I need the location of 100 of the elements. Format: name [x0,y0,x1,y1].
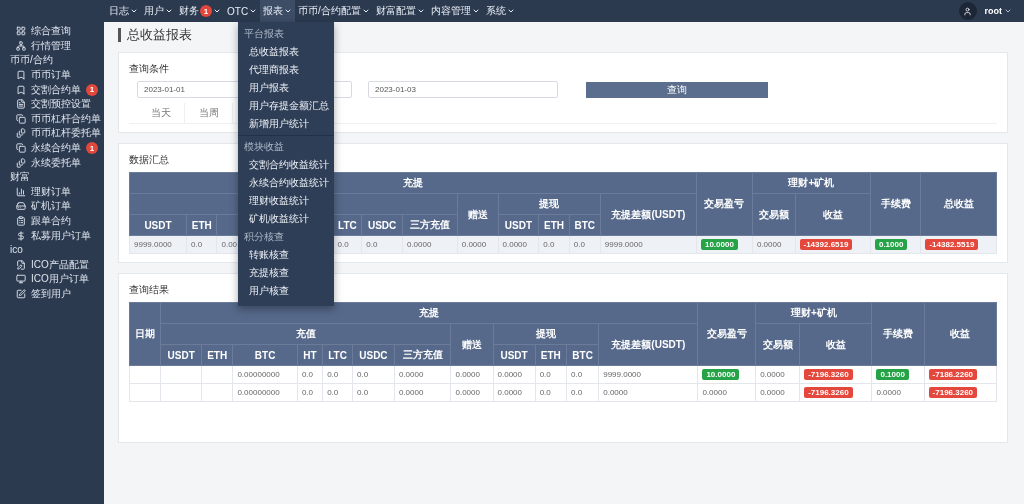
copy-icon [16,113,26,124]
sidebar-section-label: 币币/合约 [9,53,54,68]
sidebar-item[interactable]: 交割合约单 1 [0,82,104,97]
sidebar-item[interactable]: 签到用户 [0,286,104,302]
column-header: 总收益 [920,172,997,236]
drive-icon [16,201,26,212]
sidebar-item[interactable]: 综合查询 [0,24,104,39]
sidebar-item-label: 矿机订单 [31,199,71,214]
value-badge: 0.1000 [876,369,909,380]
value-badge: 10.0000 [700,239,738,250]
sidebar-item-label: 币币杠杆委托单 [31,126,101,141]
nav-menu-button[interactable]: OTC [224,0,261,22]
menu-item[interactable]: 矿机收益统计 [238,210,335,228]
sidebar-item[interactable]: ICO产品配置 [0,257,104,273]
sidebar-item[interactable]: 矿机订单 [0,199,104,214]
card-title: 查询结果 [129,283,169,297]
caret-icon [165,7,173,15]
date-field[interactable]: 2023-01-03 [368,81,558,98]
caret-icon [506,7,515,15]
menu-item[interactable]: 充提核查 [238,264,335,282]
caret-icon [471,7,480,15]
clipboard-icon [16,216,26,226]
column-header: 交易额 [755,323,800,366]
nav-menu-button[interactable]: 币币/合约配置 [295,0,373,22]
menu-item[interactable]: 永续合约收益统计 [238,174,335,192]
card-title: 查询条件 [129,62,169,76]
sidebar-item[interactable]: 私募用户订单 [0,228,104,243]
nav-menu-button[interactable]: 财富配置 [372,0,428,22]
menu-section-label: 模块收益 [243,140,286,154]
caret-icon [361,7,370,15]
sidebar-item-label: ICO产品配置 [31,257,89,272]
value-badge: -7196.3260 [804,387,853,398]
column-header: 充提 [160,302,698,324]
avatar[interactable] [958,2,977,20]
nav-menu-button[interactable]: 日志 [106,0,141,22]
value-badge: 10.0000 [702,369,740,380]
column-header: USDT [129,214,187,236]
sidebar-item-label: 永续委托单 [31,155,81,170]
document-icon [16,99,26,110]
column-header: 交易盈亏 [697,302,756,366]
chart-icon [16,186,26,197]
menu-item[interactable]: 新增用户统计 [238,115,335,133]
card-title: 数据汇总 [129,153,169,167]
caret-icon [249,7,258,15]
user-icon [963,6,972,16]
bookmark-icon [16,84,26,95]
nav-menu-button[interactable]: 内容管理 [427,0,483,22]
user-menu-button[interactable]: root [984,6,1012,16]
sidebar-section-label: 财富 [9,169,31,184]
sidebar-item[interactable]: 行情管理 [0,38,104,54]
column-header: 赠送 [457,193,498,236]
sidebar-section-label: ico [9,242,24,257]
column-header: 理财+矿机 [752,172,871,194]
column-header: 理财+矿机 [755,302,872,324]
monitor-icon [16,274,26,285]
caret-icon [130,7,138,15]
column-header: 收益 [799,323,872,366]
nav-menu-button[interactable]: 系统 [482,0,518,22]
column-header: 充值 [160,323,451,345]
nav-menu-button[interactable]: 用户 [141,0,176,22]
caret-icon [284,7,293,15]
column-header: 手续费 [871,302,925,366]
value-badge: 0.1000 [874,239,908,250]
menu-item[interactable]: 用户报表 [238,79,335,97]
sidebar-item-label: 交割合约单 [31,82,81,97]
menu-item[interactable]: 用户存提金额汇总 [238,97,335,115]
sidebar-item-label: ICO用户订单 [31,272,89,287]
menu-section-label: 平台报表 [243,27,286,41]
sidebar-item[interactable]: 永续委托单 [0,155,104,170]
sidebar-item-label: 私募用户订单 [31,228,91,243]
sidebar-item-label: 永续合约单 [31,141,81,156]
value-badge: -7196.3260 [804,369,853,380]
sidebar-item[interactable]: 币币杠杆委托单 [0,126,104,141]
nav-menu-button[interactable]: 报表 [260,0,296,22]
sidebar-item-label: 币币杠杆合约单 [31,111,101,126]
sidebar-item[interactable]: 币币订单 [0,67,104,83]
value-badge: -14392.6519 [799,239,853,250]
copy-icon [16,143,26,154]
caret-icon [416,7,425,15]
column-header: 充提差额(USDT) [600,193,697,236]
menu-item[interactable]: 总收益报表 [238,43,335,61]
column-header: 交易额 [752,193,795,236]
sidebar-item[interactable]: 理财订单 [0,184,104,200]
nav-menu-button[interactable]: 财务 1 [176,0,224,22]
menu-item[interactable]: 交割合约收益统计 [238,156,335,174]
sidebar-item[interactable]: 币币杠杆合约单 [0,111,104,127]
sidebar-item[interactable]: ICO用户订单 [0,272,104,287]
sidebar-item[interactable]: 永续合约单 1 [0,140,104,156]
sidebar-item-label: 交割预控设置 [31,97,91,112]
value-badge: -7186.2260 [928,369,978,380]
sidebar-item-label: 行情管理 [31,38,71,53]
sidebar-item[interactable]: 跟单合约 [0,213,104,229]
sidebar-item[interactable]: 交割预控设置 [0,96,104,112]
column-header: 交易盈亏 [696,172,753,236]
value-badge: -7196.3260 [928,387,978,398]
menu-item[interactable]: 代理商报表 [238,61,335,79]
page-title: 总收益报表 [118,28,192,42]
search-button[interactable]: 查询 [586,81,768,98]
sidebar-item-label: 币币订单 [31,68,71,83]
menu-item[interactable]: 用户核查 [238,282,335,300]
